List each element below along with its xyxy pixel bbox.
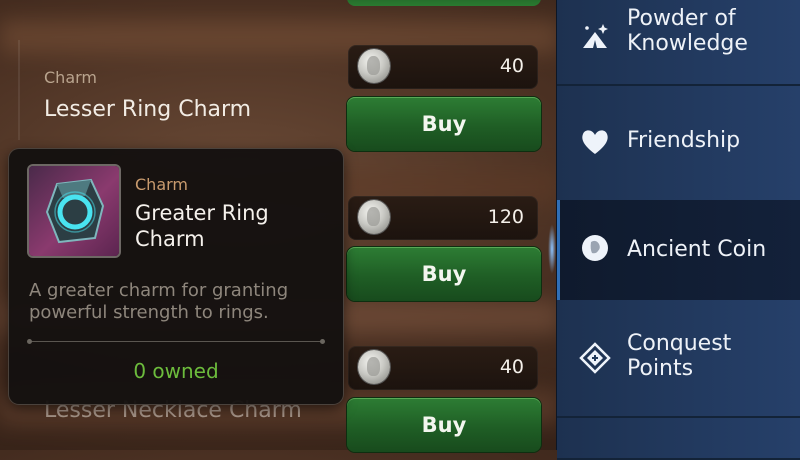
price-value: 120 — [487, 206, 524, 228]
price-box: 40 — [348, 346, 538, 390]
ancient-coin-icon — [358, 200, 390, 234]
currency-sidebar: Powder of Knowledge Friendship Ancient C… — [556, 0, 800, 460]
item-tooltip: Charm Greater Ring Charm A greater charm… — [9, 149, 343, 404]
price-value: 40 — [499, 55, 524, 77]
sidebar-item-label: Ancient Coin — [627, 237, 767, 262]
sidebar-item-powder-of-knowledge[interactable]: Powder of Knowledge — [557, 0, 800, 86]
conquest-emblem-icon — [579, 342, 611, 374]
tooltip-divider — [27, 339, 325, 344]
item-name[interactable]: Lesser Ring Charm — [44, 97, 251, 122]
previous-buy-button[interactable] — [347, 0, 541, 6]
ancient-coin-icon — [358, 350, 390, 384]
tooltip-description: A greater charm for granting powerful st… — [29, 280, 289, 323]
sidebar-item-label: Powder of Knowledge — [627, 6, 748, 56]
price-box: 120 — [348, 196, 538, 240]
sidebar-item-label: Conquest Points — [627, 331, 732, 381]
sidebar-item-more[interactable] — [557, 418, 800, 460]
active-indicator — [548, 224, 556, 274]
sparkle-tent-icon — [579, 20, 611, 52]
shop-list: Charm Lesser Ring Charm 40 Buy 120 Buy L… — [0, 0, 556, 452]
sidebar-item-friendship[interactable]: Friendship — [557, 86, 800, 202]
tooltip-category: Charm — [135, 175, 188, 194]
sidebar-item-conquest-points[interactable]: Conquest Points — [557, 300, 800, 418]
sidebar-item-ancient-coin[interactable]: Ancient Coin — [557, 200, 800, 302]
buy-button[interactable]: Buy — [347, 247, 541, 301]
price-box: 40 — [348, 45, 538, 89]
buy-button[interactable]: Buy — [347, 398, 541, 452]
tooltip-item-name: Greater Ring Charm — [135, 201, 269, 251]
sidebar-item-label: Friendship — [627, 128, 741, 153]
price-value: 40 — [499, 356, 524, 378]
buy-button[interactable]: Buy — [347, 97, 541, 151]
owned-count: 0 owned — [133, 359, 219, 383]
ancient-coin-icon — [579, 232, 611, 264]
greater-ring-charm-icon — [29, 166, 119, 256]
list-divider — [18, 40, 20, 140]
ancient-coin-icon — [358, 49, 390, 83]
heart-icon — [579, 126, 611, 158]
item-category: Charm — [44, 68, 97, 87]
